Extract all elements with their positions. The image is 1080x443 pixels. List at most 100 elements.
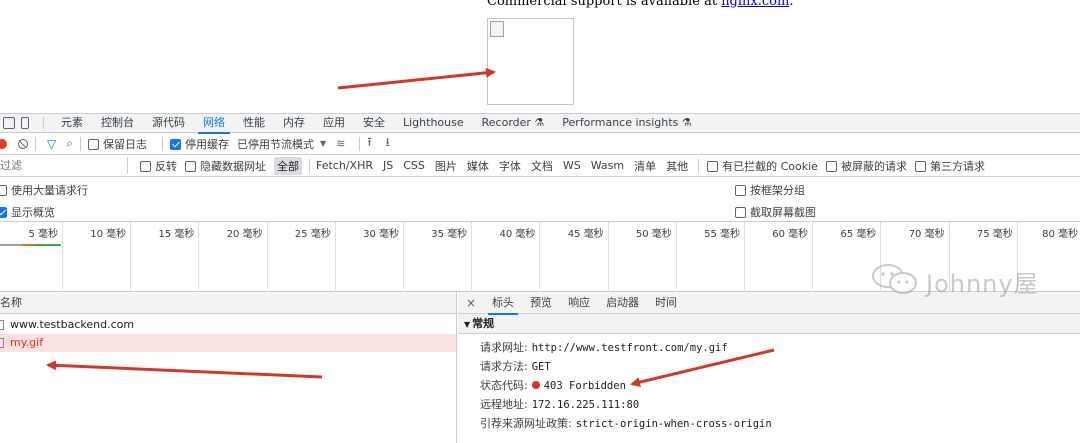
timeline-tick-label: 45 毫秒 bbox=[567, 229, 604, 240]
close-icon[interactable]: × bbox=[466, 296, 476, 310]
nginx-link[interactable]: nginx.com bbox=[721, 0, 789, 9]
timeline-tick-label: 20 毫秒 bbox=[226, 229, 263, 240]
tab-console[interactable]: 控制台 bbox=[92, 114, 143, 133]
broken-image-icon bbox=[490, 21, 504, 37]
filter-bar: 反转 隐藏数据网址 全部 Fetch/XHR JS CSS 图片 媒体 字体 文… bbox=[0, 155, 1080, 177]
timeline-tick-label: 65 毫秒 bbox=[840, 229, 877, 240]
hide-data-urls-toggle[interactable]: 隐藏数据网址 bbox=[185, 158, 266, 174]
referrer-policy-row: 引荐来源网址政策: strict-origin-when-cross-origin bbox=[480, 417, 772, 430]
request-row-selected[interactable]: my.gif bbox=[0, 334, 456, 352]
timeline-tick-label: 80 毫秒 bbox=[1042, 229, 1078, 240]
preserve-log-toggle[interactable]: 保留日志 bbox=[87, 136, 147, 152]
timeline-gridline bbox=[130, 222, 132, 292]
broken-image bbox=[487, 18, 574, 105]
tab-security[interactable]: 安全 bbox=[354, 114, 394, 133]
timeline-tick-label: 5 毫秒 bbox=[28, 229, 58, 240]
tab-performance[interactable]: 性能 bbox=[234, 114, 274, 133]
throttling-select[interactable]: 已停用节流模式 bbox=[237, 136, 314, 152]
tab-application[interactable]: 应用 bbox=[314, 114, 354, 133]
tab-response[interactable]: 响应 bbox=[560, 292, 598, 314]
export-har-icon[interactable]: ⭳ bbox=[386, 133, 390, 154]
timeline-gridline bbox=[539, 222, 541, 292]
type-filter-media[interactable]: 媒体 bbox=[464, 157, 492, 175]
timeline-tick-label: 25 毫秒 bbox=[294, 229, 331, 240]
chevron-down-icon[interactable]: ▼ bbox=[320, 139, 326, 148]
request-method-row: 请求方法: GET bbox=[480, 360, 551, 373]
tab-sources[interactable]: 源代码 bbox=[143, 114, 194, 133]
timeline-bar-download bbox=[34, 244, 61, 246]
watermark-text: Johnny屋 bbox=[926, 270, 1039, 298]
remote-address-row: 远程地址: 172.16.225.111:80 bbox=[480, 398, 640, 411]
record-icon[interactable] bbox=[0, 138, 7, 149]
timeline-tick-label: 60 毫秒 bbox=[772, 229, 809, 240]
type-filter-doc[interactable]: 文档 bbox=[528, 157, 556, 175]
network-conditions-icon[interactable]: ≋ bbox=[336, 137, 345, 150]
search-icon[interactable]: ⌕ bbox=[66, 136, 73, 151]
type-filter-js[interactable]: JS bbox=[380, 158, 396, 173]
type-filter-ws[interactable]: WS bbox=[560, 158, 584, 173]
type-filter-all[interactable]: 全部 bbox=[274, 156, 302, 175]
timeline-bar-connect bbox=[22, 244, 34, 246]
clear-icon[interactable] bbox=[18, 138, 28, 149]
timeline-tick-label: 15 毫秒 bbox=[158, 229, 195, 240]
timeline-tick-label: 35 毫秒 bbox=[431, 229, 468, 240]
blocked-cookies-toggle[interactable]: 有已拦截的 Cookie bbox=[707, 158, 818, 174]
timeline-gridline bbox=[266, 222, 268, 292]
timeline-gridline bbox=[198, 222, 200, 292]
request-details: × 标头 预览 响应 启动器 时间 ▼ 常规 请求网址: http://www.te… bbox=[458, 292, 1080, 443]
timeline-gridline bbox=[403, 222, 404, 292]
request-list-header[interactable]: 名称 bbox=[0, 292, 456, 314]
tab-timing[interactable]: 时间 bbox=[647, 292, 685, 314]
device-toolbar-icon[interactable] bbox=[21, 117, 29, 129]
tab-headers[interactable]: 标头 bbox=[484, 292, 522, 315]
tab-initiator[interactable]: 启动器 bbox=[598, 292, 647, 314]
group-by-frame-toggle[interactable]: 按框架分组 bbox=[735, 182, 805, 198]
tab-network[interactable]: 网络 bbox=[194, 114, 234, 134]
inspect-element-icon[interactable] bbox=[3, 117, 15, 129]
timeline-gridline bbox=[744, 222, 745, 292]
network-options: 使用大量请求行 显示概览 按框架分组 截取屏幕截图 bbox=[0, 177, 1080, 222]
timeline-gridline bbox=[62, 222, 63, 292]
type-filter-img[interactable]: 图片 bbox=[432, 157, 460, 175]
type-filter-css[interactable]: CSS bbox=[400, 158, 428, 173]
timeline-gridline bbox=[471, 222, 473, 292]
preserve-log-checkbox[interactable] bbox=[87, 138, 99, 150]
third-party-toggle[interactable]: 第三方请求 bbox=[914, 158, 985, 174]
timeline-tick-label: 10 毫秒 bbox=[90, 229, 127, 240]
tab-memory[interactable]: 内存 bbox=[274, 114, 314, 133]
support-text: Commercial support is available at nginx… bbox=[487, 0, 793, 9]
type-filter-font[interactable]: 字体 bbox=[496, 157, 524, 175]
tab-elements[interactable]: 元素 bbox=[52, 114, 92, 133]
show-overview-toggle[interactable]: 显示概览 bbox=[0, 204, 55, 220]
tab-preview[interactable]: 预览 bbox=[522, 292, 560, 314]
status-error-icon bbox=[531, 381, 540, 389]
page-viewport: Commercial support is available at nginx… bbox=[0, 0, 1080, 113]
request-url-row: 请求网址: http://www.testfront.com/my.gif bbox=[480, 341, 728, 354]
disable-cache-toggle[interactable]: 停用缓存 bbox=[169, 136, 229, 152]
request-list: 名称 www.testbackend.com my.gif bbox=[0, 292, 457, 443]
tab-lighthouse[interactable]: Lighthouse bbox=[394, 114, 473, 133]
request-row[interactable]: www.testbackend.com bbox=[0, 316, 456, 334]
general-section-header[interactable]: ▼ 常规 bbox=[458, 314, 1080, 334]
timeline-tick-label: 40 毫秒 bbox=[499, 229, 536, 240]
capture-screenshots-toggle[interactable]: 截取屏幕截图 bbox=[735, 204, 816, 220]
tab-performance-insights[interactable]: Performance insights ⚗ bbox=[553, 114, 700, 133]
type-filter-manifest[interactable]: 清单 bbox=[631, 157, 659, 175]
filter-icon[interactable]: ▽ bbox=[47, 137, 56, 151]
type-filter-wasm[interactable]: Wasm bbox=[588, 158, 627, 173]
timeline-tick-label: 75 毫秒 bbox=[976, 229, 1013, 240]
tab-recorder[interactable]: Recorder ⚗ bbox=[473, 114, 554, 133]
type-filter-other[interactable]: 其他 bbox=[663, 157, 691, 175]
watermark: Johnny屋 bbox=[870, 262, 1050, 298]
devtools-tabbar: 元素 控制台 源代码 网络 性能 内存 应用 安全 Lighthouse Rec… bbox=[0, 114, 1080, 134]
large-rows-toggle[interactable]: 使用大量请求行 bbox=[0, 182, 88, 198]
timeline-bar-waiting bbox=[0, 244, 22, 246]
invert-toggle[interactable]: 反转 bbox=[140, 158, 177, 174]
disable-cache-checkbox[interactable] bbox=[169, 138, 181, 150]
timeline-tick-label: 70 毫秒 bbox=[908, 229, 945, 240]
filter-input[interactable] bbox=[0, 157, 128, 174]
network-toolbar: ▽ ⌕ 保留日志 停用缓存 已停用节流模式 ▼ ≋ ⭱ ⭳ bbox=[0, 133, 1080, 155]
blocked-requests-toggle[interactable]: 被屏蔽的请求 bbox=[825, 158, 907, 174]
import-har-icon[interactable]: ⭱ bbox=[367, 133, 371, 154]
type-filter-fetch[interactable]: Fetch/XHR bbox=[313, 158, 376, 173]
